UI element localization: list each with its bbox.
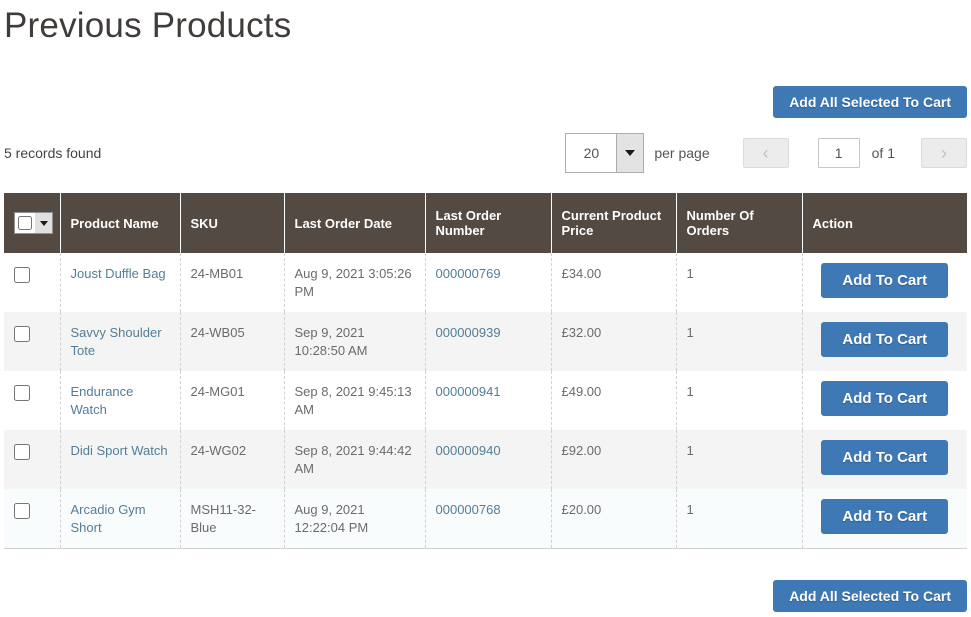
action-cell: Add To Cart: [802, 371, 967, 430]
product-name-cell: Arcadio Gym Short: [60, 489, 180, 549]
previous-products-table: Product Name SKU Last Order Date Last Or…: [4, 193, 967, 549]
per-page-label: per page: [654, 145, 709, 161]
sku-cell: MSH11-32-Blue: [180, 489, 284, 549]
action-cell: Add To Cart: [802, 312, 967, 371]
add-to-cart-button[interactable]: Add To Cart: [821, 263, 948, 298]
orders-count-cell: 1: [676, 489, 802, 549]
orders-count-cell: 1: [676, 312, 802, 371]
action-cell: Add To Cart: [802, 430, 967, 489]
sku-cell: 24-WG02: [180, 430, 284, 489]
orders-count-cell: 1: [676, 430, 802, 489]
order-number-link[interactable]: 000000769: [436, 266, 501, 281]
table-row: Didi Sport Watch 24-WG02 Sep 8, 2021 9:4…: [4, 430, 967, 489]
column-header-sku: SKU: [180, 193, 284, 253]
sku-cell: 24-WB05: [180, 312, 284, 371]
column-header-last-order-date: Last Order Date: [284, 193, 425, 253]
order-number-cell: 000000941: [425, 371, 551, 430]
bottom-actions: Add All Selected To Cart: [4, 580, 967, 612]
caret-down-icon: [616, 134, 643, 172]
product-name-link[interactable]: Joust Duffle Bag: [71, 266, 166, 281]
order-number-link[interactable]: 000000940: [436, 443, 501, 458]
checkbox-cell: [4, 371, 60, 430]
product-name-link[interactable]: Arcadio Gym Short: [71, 502, 146, 535]
per-page-selected-value: 20: [566, 134, 616, 172]
add-to-cart-button[interactable]: Add To Cart: [821, 499, 948, 534]
order-number-link[interactable]: 000000941: [436, 384, 501, 399]
column-header-product-name: Product Name: [60, 193, 180, 253]
next-page-button[interactable]: ›: [921, 138, 967, 168]
table-row: Savvy Shoulder Tote 24-WB05 Sep 9, 2021 …: [4, 312, 967, 371]
table-row: Joust Duffle Bag 24-MB01 Aug 9, 2021 3:0…: [4, 253, 967, 312]
price-cell: £34.00: [551, 253, 676, 312]
last-order-date-cell: Sep 8, 2021 9:45:13 AM: [284, 371, 425, 430]
product-name-link[interactable]: Savvy Shoulder Tote: [71, 325, 162, 358]
product-name-link[interactable]: Endurance Watch: [71, 384, 134, 417]
add-to-cart-button[interactable]: Add To Cart: [821, 322, 948, 357]
checkbox-cell: [4, 312, 60, 371]
order-number-cell: 000000939: [425, 312, 551, 371]
per-page-select[interactable]: 20: [565, 133, 644, 173]
table-row: Endurance Watch 24-MG01 Sep 8, 2021 9:45…: [4, 371, 967, 430]
product-name-cell: Endurance Watch: [60, 371, 180, 430]
sku-cell: 24-MB01: [180, 253, 284, 312]
records-found-label: 5 records found: [4, 145, 101, 161]
select-all-checkbox-box: [15, 213, 35, 233]
row-checkbox[interactable]: [14, 385, 30, 401]
price-cell: £92.00: [551, 430, 676, 489]
caret-down-icon: [35, 213, 52, 233]
page-container: Previous Products Add All Selected To Ca…: [0, 0, 971, 612]
product-name-link[interactable]: Didi Sport Watch: [71, 443, 168, 458]
checkbox-cell: [4, 489, 60, 549]
action-cell: Add To Cart: [802, 253, 967, 312]
price-cell: £32.00: [551, 312, 676, 371]
price-cell: £20.00: [551, 489, 676, 549]
sku-cell: 24-MG01: [180, 371, 284, 430]
checkbox-cell: [4, 253, 60, 312]
add-all-selected-button-bottom[interactable]: Add All Selected To Cart: [773, 580, 967, 612]
page-title: Previous Products: [4, 6, 967, 46]
top-actions: Add All Selected To Cart: [4, 86, 967, 118]
row-checkbox[interactable]: [14, 503, 30, 519]
grid-toolbar: 5 records found 20 per page ‹ of 1 ›: [4, 133, 967, 173]
select-all-checkbox[interactable]: [18, 216, 32, 230]
orders-count-cell: 1: [676, 253, 802, 312]
column-header-action: Action: [802, 193, 967, 253]
add-to-cart-button[interactable]: Add To Cart: [821, 440, 948, 475]
table-row: Arcadio Gym Short MSH11-32-Blue Aug 9, 2…: [4, 489, 967, 549]
product-name-cell: Didi Sport Watch: [60, 430, 180, 489]
checkbox-cell: [4, 430, 60, 489]
order-number-cell: 000000769: [425, 253, 551, 312]
row-checkbox[interactable]: [14, 326, 30, 342]
column-header-number-of-orders: Number Of Orders: [676, 193, 802, 253]
order-number-cell: 000000940: [425, 430, 551, 489]
last-order-date-cell: Sep 8, 2021 9:44:42 AM: [284, 430, 425, 489]
row-checkbox[interactable]: [14, 444, 30, 460]
product-name-cell: Savvy Shoulder Tote: [60, 312, 180, 371]
add-to-cart-button[interactable]: Add To Cart: [821, 381, 948, 416]
table-header-row: Product Name SKU Last Order Date Last Or…: [4, 193, 967, 253]
orders-count-cell: 1: [676, 371, 802, 430]
pager: 20 per page ‹ of 1 ›: [565, 133, 967, 173]
select-all-dropdown[interactable]: [14, 212, 53, 234]
order-number-cell: 000000768: [425, 489, 551, 549]
column-header-current-product-price: Current Product Price: [551, 193, 676, 253]
order-number-link[interactable]: 000000939: [436, 325, 501, 340]
current-page-input[interactable]: [818, 138, 860, 168]
action-cell: Add To Cart: [802, 489, 967, 549]
last-order-date-cell: Sep 9, 2021 10:28:50 AM: [284, 312, 425, 371]
last-order-date-cell: Aug 9, 2021 12:22:04 PM: [284, 489, 425, 549]
select-all-header-cell: [4, 193, 60, 253]
price-cell: £49.00: [551, 371, 676, 430]
column-header-last-order-number: Last Order Number: [425, 193, 551, 253]
previous-page-button[interactable]: ‹: [743, 138, 789, 168]
last-order-date-cell: Aug 9, 2021 3:05:26 PM: [284, 253, 425, 312]
row-checkbox[interactable]: [14, 267, 30, 283]
total-pages-label: of 1: [872, 145, 895, 161]
order-number-link[interactable]: 000000768: [436, 502, 501, 517]
product-name-cell: Joust Duffle Bag: [60, 253, 180, 312]
add-all-selected-button-top[interactable]: Add All Selected To Cart: [773, 86, 967, 118]
